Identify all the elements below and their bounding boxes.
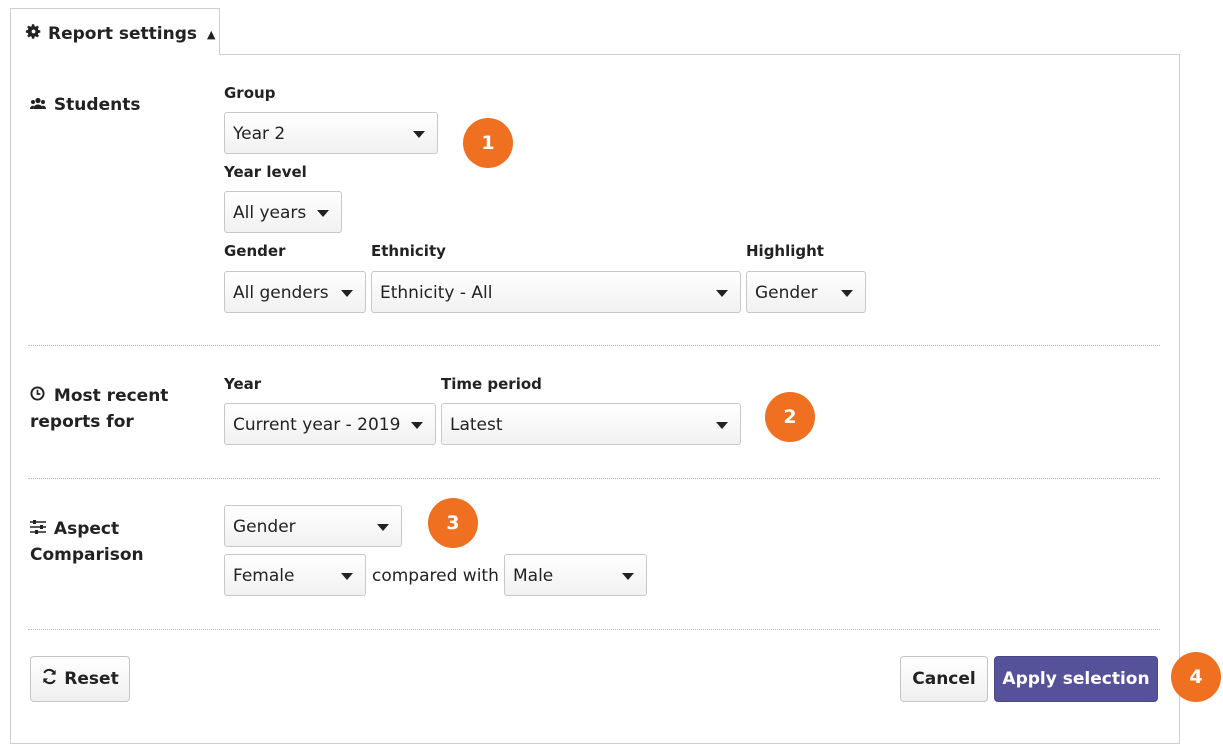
clock-icon [30,385,48,407]
step-badge-2: 2 [765,392,815,442]
refresh-icon [41,668,58,690]
report-settings-tab[interactable]: Report settings ▲ [10,8,220,55]
chevron-down-icon [622,573,634,580]
aspect-select[interactable]: Gender [224,505,402,547]
students-title: Students [53,95,141,115]
aspect-left-select[interactable]: Female [224,554,366,596]
time-period-select[interactable]: Latest [441,403,741,445]
year-level-select[interactable]: All years [224,191,342,233]
aspect-title-line1: Aspect [53,519,120,539]
group-value: Year 2 [233,124,286,144]
section-divider [28,629,1160,630]
highlight-select[interactable]: Gender [746,271,866,313]
step-badge-4: 4 [1171,652,1221,702]
chevron-down-icon [413,131,425,138]
cancel-button[interactable]: Cancel [900,656,988,702]
aspect-title-line2: Comparison [30,545,144,565]
gender-value: All genders [233,283,329,303]
ethnicity-select[interactable]: Ethnicity - All [371,271,741,313]
aspect-left-value: Female [233,566,295,586]
ethnicity-value: Ethnicity - All [380,283,493,303]
chevron-down-icon [841,290,853,297]
recent-title-line2: reports for [30,412,134,432]
ethnicity-label: Ethnicity [371,242,446,260]
year-label: Year [224,375,262,393]
time-period-value: Latest [450,415,503,435]
year-level-value: All years [233,203,307,223]
year-select[interactable]: Current year - 2019 [224,403,436,445]
reset-label: Reset [64,669,119,689]
highlight-label: Highlight [746,242,824,260]
apply-label: Apply selection [1002,669,1150,689]
gender-label: Gender [224,242,286,260]
section-divider [28,478,1160,479]
year-level-label: Year level [224,163,307,181]
chevron-down-icon [716,422,728,429]
chevron-down-icon [377,524,389,531]
chevron-down-icon [411,422,423,429]
highlight-value: Gender [755,283,818,303]
recent-heading: Most recent reports for [30,385,168,433]
reset-button[interactable]: Reset [30,656,130,702]
settings-panel [10,54,1180,744]
users-icon [30,94,48,116]
step-badge-1: 1 [463,118,513,168]
section-divider [28,345,1160,346]
gear-icon [25,23,42,45]
aspect-heading: Aspect Comparison [30,518,144,566]
year-value: Current year - 2019 [233,415,401,435]
group-select[interactable]: Year 2 [224,112,438,154]
time-period-label: Time period [441,375,542,393]
aspect-right-value: Male [513,566,554,586]
chevron-down-icon [341,290,353,297]
gender-select[interactable]: All genders [224,271,366,313]
apply-selection-button[interactable]: Apply selection [994,656,1158,702]
chevron-down-icon [716,290,728,297]
compared-with-text: compared with [372,566,499,586]
chevron-down-icon [341,573,353,580]
caret-up-icon: ▲ [207,27,216,41]
cancel-label: Cancel [912,669,976,689]
students-heading: Students [30,94,140,116]
aspect-value: Gender [233,517,296,537]
sliders-icon [30,518,48,540]
group-label: Group [224,84,276,102]
aspect-right-select[interactable]: Male [504,554,647,596]
recent-title-line1: Most recent [53,386,169,406]
step-badge-3: 3 [428,498,478,548]
tab-label: Report settings [48,24,198,44]
chevron-down-icon [317,210,329,217]
